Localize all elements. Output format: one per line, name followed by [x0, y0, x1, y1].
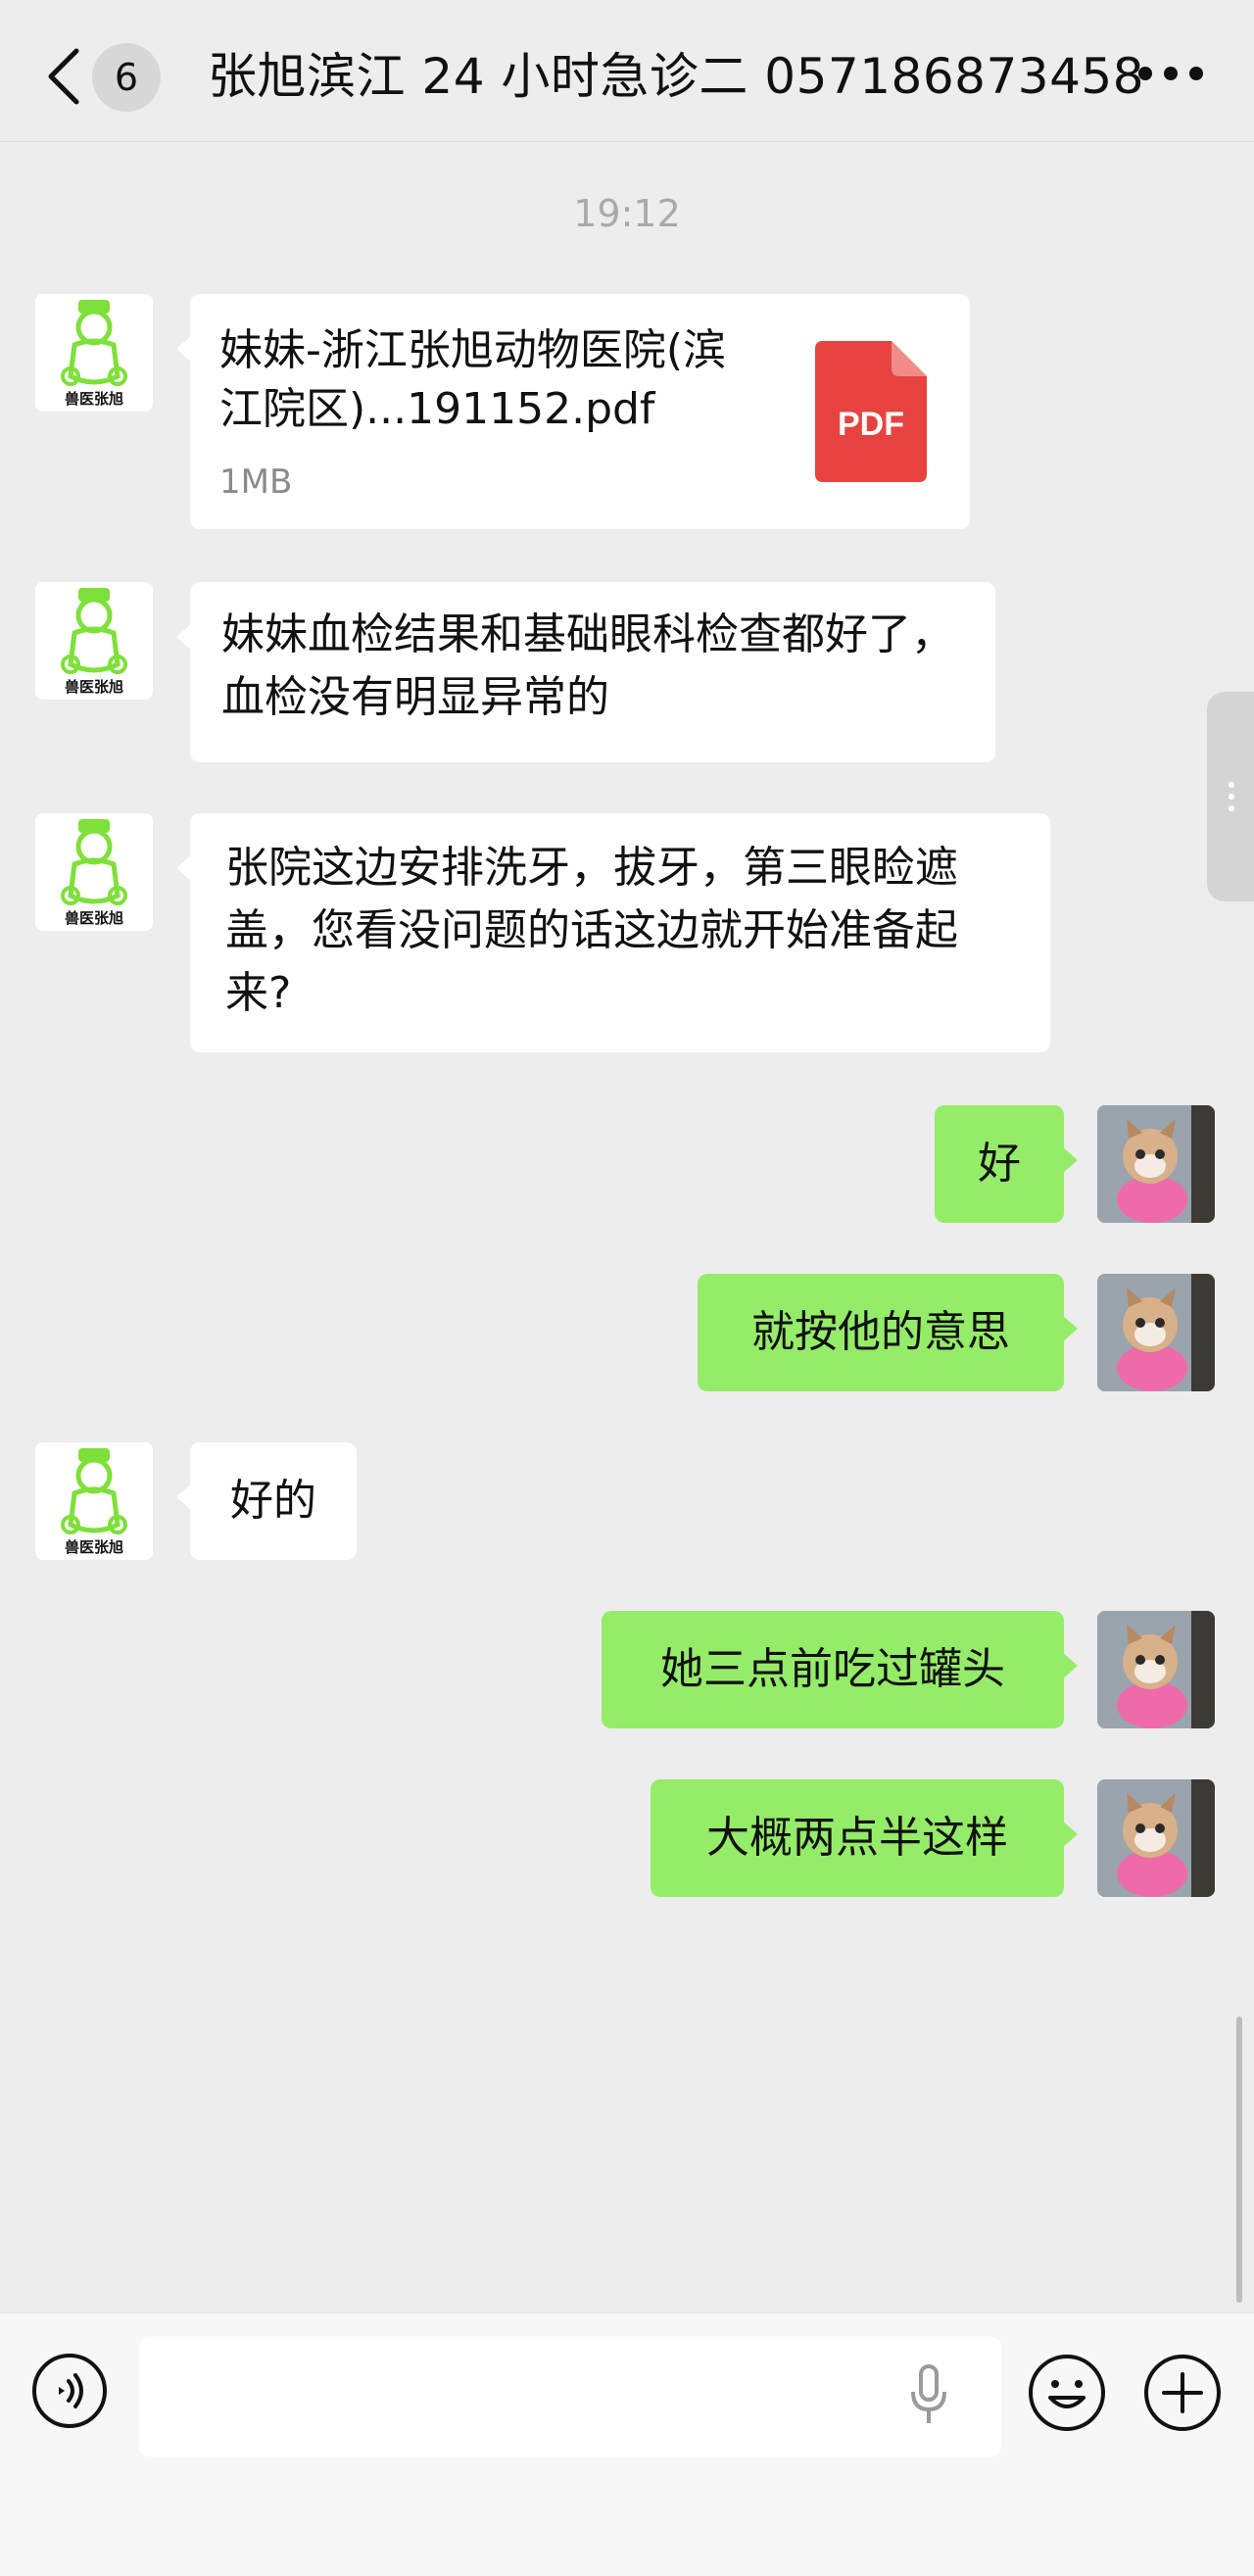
chat-title: 张旭滨江 24 小时急诊二 057186873458: [208, 48, 1145, 105]
cat-photo-icon: [1097, 1611, 1215, 1728]
floating-side-handle[interactable]: [1207, 692, 1254, 901]
message-bubble[interactable]: 妹妹血检结果和基础眼科检查都好了，血检没有明显异常的: [176, 582, 995, 762]
my-avatar[interactable]: [1097, 1274, 1215, 1391]
doctor-logo-text: 兽医张旭: [64, 909, 123, 927]
message-bubble[interactable]: 好: [935, 1105, 1078, 1223]
my-avatar[interactable]: [1097, 1105, 1215, 1223]
microphone-icon[interactable]: [907, 2364, 950, 2425]
pdf-label: PDF: [838, 406, 904, 443]
doctor-logo-text: 兽医张旭: [64, 390, 123, 408]
doctor-avatar[interactable]: 兽医张旭: [35, 294, 153, 412]
my-avatar[interactable]: [1097, 1779, 1215, 1897]
message-timestamp: 19:12: [573, 192, 681, 235]
cat-photo-icon: [1097, 1105, 1215, 1223]
doctor-avatar[interactable]: 兽医张旭: [35, 1442, 153, 1560]
doctor-avatar[interactable]: 兽医张旭: [35, 582, 153, 700]
my-avatar[interactable]: [1097, 1611, 1215, 1728]
more-options-icon[interactable]: [1138, 67, 1203, 82]
message-bubble[interactable]: 她三点前吃过罐头: [602, 1611, 1078, 1728]
message-bubble[interactable]: 大概两点半这样: [651, 1779, 1078, 1897]
back-arrow-icon[interactable]: [39, 43, 98, 110]
message-bubble[interactable]: 好的: [176, 1442, 357, 1560]
file-message-card[interactable]: 妹妹-浙江张旭动物医院(滨江院区)...191152.pdf 1MB PDF: [176, 294, 970, 529]
unread-count-badge[interactable]: 6: [92, 43, 161, 112]
chat-header: 6 张旭滨江 24 小时急诊二 057186873458: [0, 0, 1254, 142]
emoji-icon[interactable]: [1027, 2353, 1107, 2433]
message-bubble[interactable]: 张院这边安排洗牙，拔牙，第三眼睑遮盖，您看没问题的话这边就开始准备起来?: [176, 813, 1050, 1052]
message-bubble[interactable]: 就按他的意思: [698, 1274, 1078, 1391]
doctor-avatar[interactable]: 兽医张旭: [35, 813, 153, 931]
plus-icon[interactable]: [1142, 2353, 1223, 2433]
scrollbar[interactable]: [1236, 2017, 1242, 2303]
cat-photo-icon: [1097, 1779, 1215, 1897]
voice-input-icon[interactable]: [31, 2353, 108, 2429]
doctor-logo-text: 兽医张旭: [64, 1538, 123, 1556]
pdf-file-icon: PDF: [815, 341, 927, 482]
message-input[interactable]: [139, 2337, 1001, 2456]
input-bar: [0, 2312, 1254, 2576]
file-size: 1MB: [219, 462, 293, 502]
file-name: 妹妹-浙江张旭动物医院(滨江院区)...191152.pdf: [219, 325, 727, 434]
doctor-logo-text: 兽医张旭: [64, 678, 123, 696]
cat-photo-icon: [1097, 1274, 1215, 1391]
